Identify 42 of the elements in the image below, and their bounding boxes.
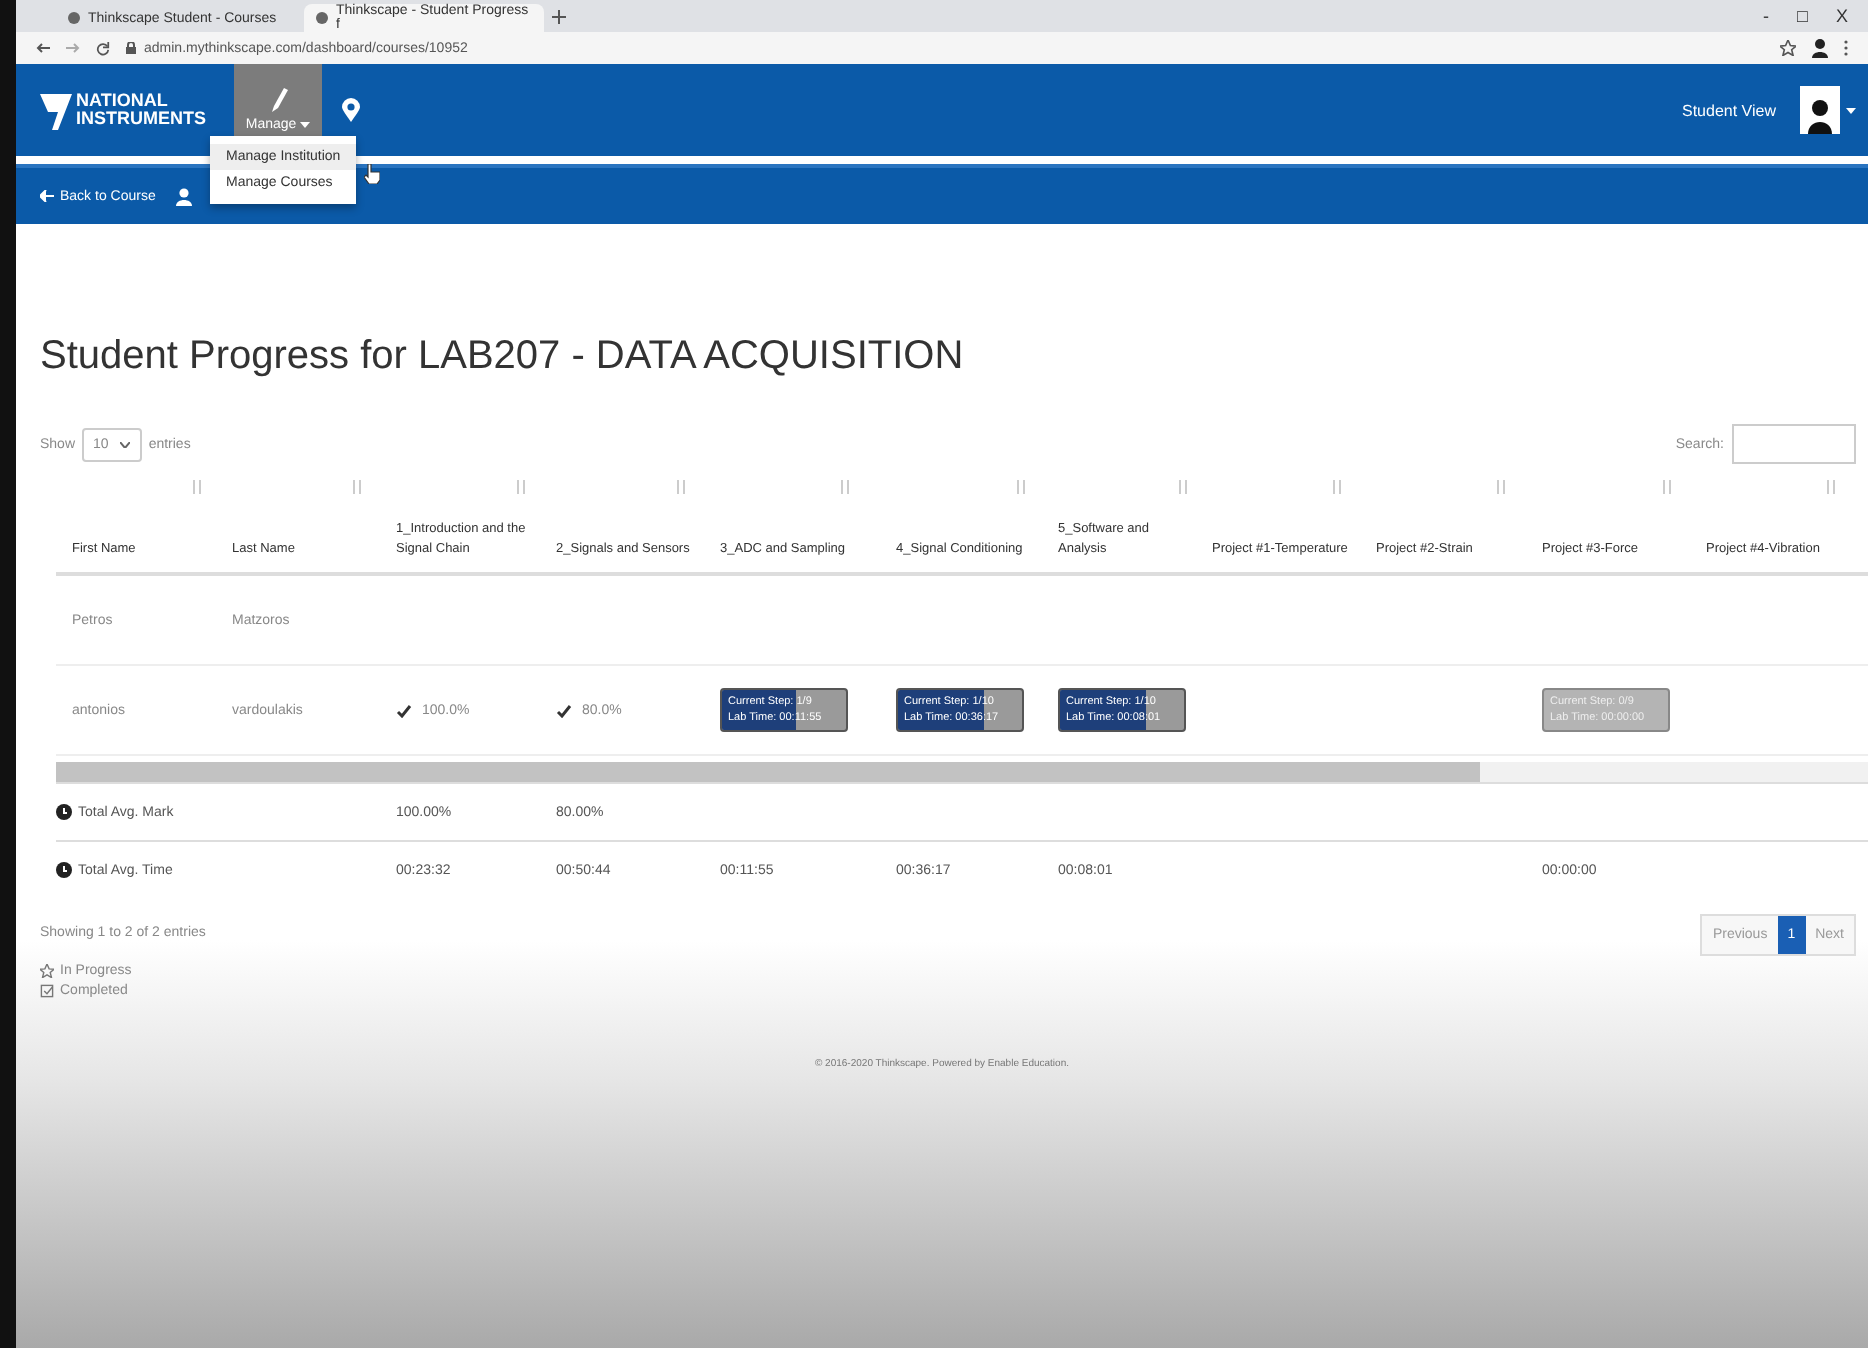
chevron-down-icon (120, 441, 131, 447)
horizontal-scrollbar[interactable] (56, 762, 1868, 782)
sort-icon[interactable] (1332, 479, 1342, 493)
star-icon[interactable] (1780, 40, 1796, 56)
hand-cursor-icon (364, 164, 380, 184)
page-title: Student Progress for LAB207 - DATA ACQUISITION (40, 334, 966, 380)
back-icon[interactable] (36, 42, 50, 54)
check-icon (396, 703, 412, 717)
check-square-icon (40, 984, 54, 998)
student-view-link[interactable]: Student View (1682, 101, 1776, 119)
profile-icon[interactable] (1812, 38, 1828, 58)
pencil-icon (268, 88, 288, 112)
sort-icon[interactable] (1496, 479, 1506, 493)
sort-icon[interactable] (192, 479, 202, 493)
forward-icon[interactable] (66, 42, 80, 54)
star-icon (40, 964, 54, 978)
map-pin-icon[interactable] (342, 98, 360, 122)
window-control[interactable]: - (1763, 6, 1770, 26)
sort-icon[interactable] (840, 479, 850, 493)
avatar-icon[interactable] (1800, 86, 1840, 134)
sort-icon[interactable] (1662, 479, 1672, 493)
check-icon (556, 703, 572, 717)
search-field[interactable] (1732, 424, 1856, 464)
logo-text: INSTRUMENTS (76, 110, 206, 128)
logo-text: NATIONAL (76, 92, 170, 110)
window-control[interactable]: □ (1797, 6, 1808, 26)
clock-icon (56, 804, 72, 820)
lock-icon (126, 42, 136, 54)
sort-icon[interactable] (352, 479, 362, 493)
sort-icon[interactable] (1016, 479, 1026, 493)
sort-icon[interactable] (1178, 479, 1188, 493)
reload-icon[interactable] (96, 41, 110, 55)
plus-icon[interactable] (552, 9, 566, 23)
person-icon[interactable] (175, 187, 192, 205)
caret-icon[interactable] (1846, 107, 1856, 113)
arrow-left-icon (40, 190, 54, 202)
caret-icon (300, 122, 311, 128)
sort-icon[interactable] (676, 479, 686, 493)
window-control[interactable]: X (1835, 6, 1848, 26)
sort-icon[interactable] (1826, 479, 1836, 493)
clock-icon (56, 862, 72, 878)
sort-icon[interactable] (516, 479, 526, 493)
